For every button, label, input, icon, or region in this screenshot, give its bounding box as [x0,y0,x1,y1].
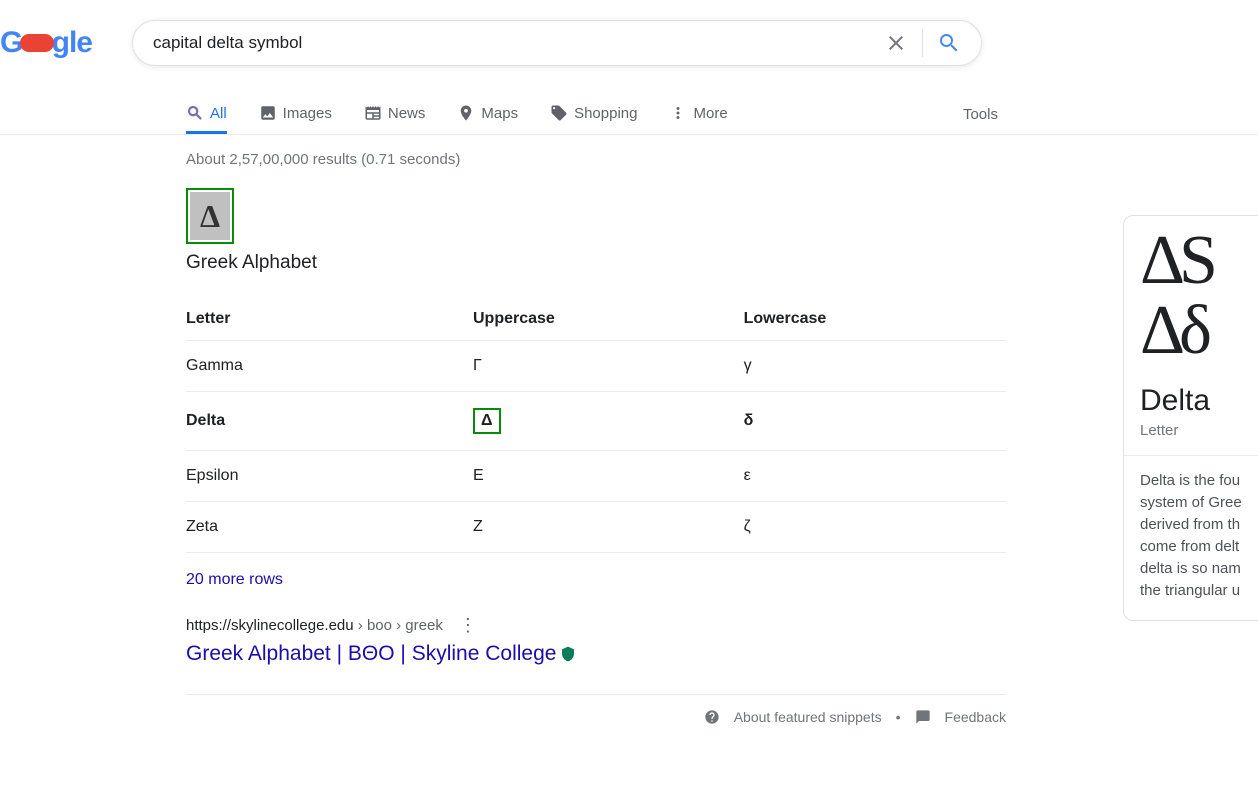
search-divider [922,29,923,57]
news-icon [364,104,382,122]
result-cite[interactable]: https://skylinecollege.edu › boo › greek [186,617,443,634]
kp-title: Delta [1140,384,1258,418]
featured-thumb[interactable]: Δ [186,188,234,244]
featured-snippet-title: Greek Alphabet [186,252,1006,274]
kp-glyph-row: ΔS [1140,226,1212,296]
tab-shopping[interactable]: Shopping [550,94,637,134]
table-header-row: Letter Uppercase Lowercase [186,298,1006,341]
tab-more[interactable]: More [669,94,727,134]
clear-icon[interactable] [884,31,908,55]
cell-upper: Ζ [473,502,744,553]
results-content: About 2,57,00,000 results (0.71 seconds)… [186,135,1006,725]
col-letter: Letter [186,298,473,341]
table-row: Zeta Ζ ζ [186,502,1006,553]
kp-glyph-row: Δδ [1140,296,1206,366]
cell-lower: γ [744,341,1006,392]
knowledge-panel: ΔS Δδ Delta Letter Delta is the fou syst… [1123,215,1258,621]
cell-upper: Δ [473,392,744,451]
logo-letter: G [0,26,22,60]
table-row: Epsilon Ε ε [186,451,1006,502]
google-logo[interactable]: G gle [0,26,92,60]
cite-host: https://skylinecollege.edu [186,617,354,634]
map-pin-icon [457,104,475,122]
tab-label: Maps [481,105,518,122]
kp-description: Delta is the fou system of Gree derived … [1140,470,1258,602]
logo-doodle-icon [20,34,53,52]
tab-label: Shopping [574,105,637,122]
search-input[interactable] [153,33,884,53]
cell-letter: Delta [186,392,473,451]
tab-all[interactable]: All [186,94,227,134]
kp-image-area[interactable]: ΔS Δδ [1140,216,1258,366]
highlighted-delta: Δ [473,408,501,434]
greek-alphabet-table: Letter Uppercase Lowercase Gamma Γ γ Del… [186,298,1006,553]
tab-label: News [388,105,426,122]
tabs-row: All Images News Maps Shopping More Tools [186,94,1258,135]
cell-letter: Gamma [186,341,473,392]
cell-lower: δ [744,392,1006,451]
col-uppercase: Uppercase [473,298,744,341]
cell-upper: Γ [473,341,744,392]
cell-lower: ζ [744,502,1006,553]
snippet-footer: About featured snippets • Feedback [186,694,1006,725]
cite-row: https://skylinecollege.edu › boo › greek… [186,615,1006,636]
tag-icon [550,104,568,122]
tab-news[interactable]: News [364,94,426,134]
result-stats: About 2,57,00,000 results (0.71 seconds) [186,151,1006,168]
table-row: Gamma Γ γ [186,341,1006,392]
feedback-icon [915,709,931,725]
header-row: G gle [0,0,1258,66]
tab-label: All [210,105,227,122]
search-small-icon [186,104,204,122]
search-box [132,20,982,66]
about-snippets-link[interactable]: About featured snippets [734,709,882,725]
kp-divider [1124,455,1258,456]
delta-glyph-icon: Δ [190,192,230,240]
result-title-link[interactable]: Greek Alphabet | ΒΘΟ | Skyline College [186,642,1006,666]
result-menu-icon[interactable]: ⋮ [459,615,477,636]
tab-images[interactable]: Images [259,94,332,134]
cite-path: › boo › greek [354,617,443,634]
cell-letter: Zeta [186,502,473,553]
search-result: https://skylinecollege.edu › boo › greek… [186,615,1006,666]
logo-letter: gle [52,26,92,60]
image-icon [259,104,277,122]
dot-separator: • [896,709,901,725]
kp-subtitle: Letter [1140,422,1258,439]
tab-label: Images [283,105,332,122]
search-icon[interactable] [937,31,961,55]
more-rows-link[interactable]: 20 more rows [186,571,1006,589]
help-icon [704,709,720,725]
tab-maps[interactable]: Maps [457,94,518,134]
cell-lower: ε [744,451,1006,502]
tab-label: More [693,105,727,122]
more-vert-icon [669,104,687,122]
feedback-link[interactable]: Feedback [945,709,1006,725]
table-row: Delta Δ δ [186,392,1006,451]
verified-badge-icon [560,646,576,662]
tools-button[interactable]: Tools [963,96,998,133]
col-lowercase: Lowercase [744,298,1006,341]
cell-letter: Epsilon [186,451,473,502]
result-title-text: Greek Alphabet | ΒΘΟ | Skyline College [186,642,556,666]
cell-upper: Ε [473,451,744,502]
